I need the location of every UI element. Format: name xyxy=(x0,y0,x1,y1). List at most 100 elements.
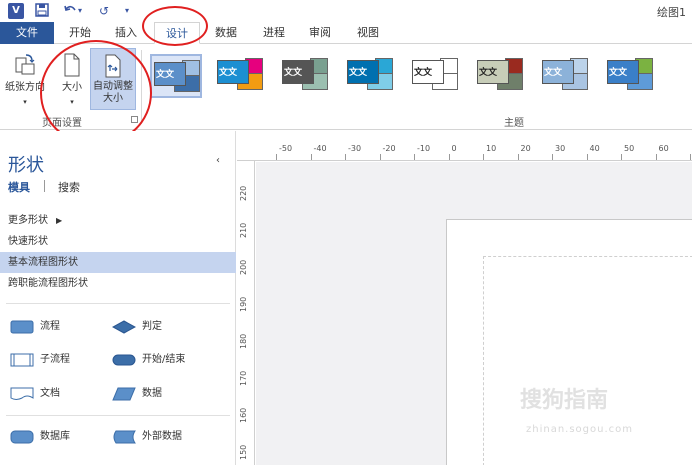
horizontal-ruler[interactable]: -50-40-30-20-10010203040506070 xyxy=(237,143,692,161)
tab-view[interactable]: 视图 xyxy=(350,22,386,44)
shape-data[interactable]: 数据 xyxy=(112,383,222,405)
ruler-tick-label: 40 xyxy=(589,144,600,153)
tab-data[interactable]: 数据 xyxy=(208,22,244,44)
shape-process[interactable]: 流程 xyxy=(10,316,110,338)
watermark-url: zhinan.sogou.com xyxy=(526,424,634,435)
ruler-tick-label: 20 xyxy=(520,144,531,153)
tab-file[interactable]: 文件 xyxy=(0,22,54,44)
autofit-size-button[interactable]: 自动调整 大小 xyxy=(90,48,136,110)
ruler-tick-label: 200 xyxy=(239,259,248,275)
size-button[interactable]: 大小 ▾ xyxy=(56,48,88,110)
theme-sample-text: 文文 xyxy=(479,68,498,78)
page-setup-group-label: 页面设置 xyxy=(42,118,82,129)
tab-home[interactable]: 开始 xyxy=(62,22,98,44)
more-shapes-menu[interactable]: 更多形状 ▶ xyxy=(0,210,236,231)
theme-swatch[interactable]: 文文 xyxy=(215,54,267,98)
save-icon[interactable] xyxy=(34,3,50,19)
collapse-pane-icon[interactable]: ‹ xyxy=(216,155,220,166)
theme-swatch[interactable]: 文文 xyxy=(150,54,202,98)
start-end-shape-icon xyxy=(112,354,136,366)
ruler-tick-label: 190 xyxy=(239,296,248,312)
ruler-tick-label: -40 xyxy=(313,144,327,153)
size-dropdown-icon: ▾ xyxy=(70,98,74,106)
subprocess-shape-icon xyxy=(10,353,34,367)
shapes-pane: 形状 ‹ 模具 搜索 更多形状 ▶ 快速形状 基本流程图形状 跨职能流程图形状 流… xyxy=(0,131,236,465)
more-shapes-label: 更多形状 xyxy=(8,215,48,226)
ruler-tick xyxy=(517,154,519,160)
shapes-pane-title: 形状 xyxy=(8,155,44,176)
watermark-text: 搜狗指南 xyxy=(520,388,609,413)
ruler-tick xyxy=(379,154,381,160)
shape-label: 文档 xyxy=(40,388,60,399)
tab-design[interactable]: 设计 xyxy=(154,22,200,44)
ruler-tick-label: 10 xyxy=(486,144,497,153)
ruler-tick-label: 30 xyxy=(555,144,566,153)
undo-dropdown-icon[interactable]: ▾ xyxy=(76,3,84,19)
autofit-label-line1: 自动调整 xyxy=(93,81,133,92)
theme-swatch[interactable]: 文文 xyxy=(410,54,462,98)
theme-sample-text: 文文 xyxy=(284,68,303,78)
ribbon-design: 纸张方向 ▾ 大小 ▾ 自动调整 大小 页面设置 文文 文文 文文 文文 文文 文文 文文 文… xyxy=(0,44,692,130)
shape-subprocess[interactable]: 子流程 xyxy=(10,349,110,371)
title-bar: V ▾ ↺ ▾ 绘图1 xyxy=(0,0,692,22)
ruler-tick xyxy=(621,154,622,160)
vertical-ruler[interactable]: 220 210 200 190 180 170 160 150 xyxy=(237,161,255,465)
ruler-tick-label: -20 xyxy=(382,144,396,153)
shape-document[interactable]: 文档 xyxy=(10,383,110,405)
page-setup-launcher-icon[interactable] xyxy=(131,116,138,123)
external-data-shape-icon xyxy=(113,430,136,444)
size-label: 大小 xyxy=(62,82,82,93)
ruler-tick-label: 220 xyxy=(239,185,248,201)
redo-icon[interactable]: ↺ xyxy=(96,3,112,19)
shape-external-data[interactable]: 外部数据 xyxy=(112,426,222,448)
theme-sample-text: 文文 xyxy=(349,68,368,78)
orientation-label: 纸张方向 xyxy=(5,82,45,93)
ruler-tick xyxy=(552,154,553,160)
theme-swatch[interactable]: 文文 xyxy=(540,54,592,98)
customize-toolbar-icon[interactable]: ▾ xyxy=(122,3,132,19)
window-title: 绘图1 xyxy=(657,6,686,19)
ruler-tick xyxy=(345,154,346,160)
tab-process[interactable]: 进程 xyxy=(256,22,292,44)
shape-database[interactable]: 数据库 xyxy=(10,426,110,448)
shape-decision[interactable]: 判定 xyxy=(112,316,222,338)
ruler-tick xyxy=(310,154,312,160)
ruler-tick-label: 170 xyxy=(239,370,248,386)
ruler-tick xyxy=(414,154,415,160)
ruler-tick-label: 60 xyxy=(658,144,669,153)
orientation-button[interactable]: 纸张方向 ▾ xyxy=(4,48,46,110)
shape-label: 流程 xyxy=(40,321,60,332)
tab-review[interactable]: 审阅 xyxy=(302,22,338,44)
ruler-tick xyxy=(448,154,450,160)
tab-stencils[interactable]: 模具 xyxy=(8,179,30,195)
ruler-tick-label: -50 xyxy=(279,144,293,153)
chevron-right-icon: ▶ xyxy=(56,216,63,225)
theme-swatch[interactable]: 文文 xyxy=(345,54,397,98)
ruler-tick xyxy=(586,154,588,160)
ruler-tick xyxy=(483,154,484,160)
tab-search[interactable]: 搜索 xyxy=(58,179,80,195)
stencil-basic-flowchart[interactable]: 基本流程图形状 xyxy=(0,252,236,273)
group-separator xyxy=(141,50,142,124)
theme-sample-text: 文文 xyxy=(414,68,433,78)
stencil-cross-functional[interactable]: 跨职能流程图形状 xyxy=(0,273,236,294)
pane-divider xyxy=(6,415,230,416)
shape-label: 外部数据 xyxy=(142,431,182,442)
process-shape-icon xyxy=(10,320,34,334)
size-icon xyxy=(64,53,80,77)
theme-swatch[interactable]: 文文 xyxy=(605,54,657,98)
shape-start-end[interactable]: 开始/结束 xyxy=(112,349,222,371)
theme-sample-text: 文文 xyxy=(544,68,563,78)
themes-group-label: 主题 xyxy=(504,118,524,129)
ruler-tick-label: 0 xyxy=(451,144,457,153)
theme-swatch[interactable]: 文文 xyxy=(280,54,332,98)
autofit-size-label: 自动调整 大小 xyxy=(91,81,135,105)
pane-tab-separator xyxy=(44,180,45,192)
theme-swatch[interactable]: 文文 xyxy=(475,54,527,98)
tab-insert[interactable]: 插入 xyxy=(108,22,144,44)
ruler-tick-label: 160 xyxy=(239,407,248,423)
shape-label: 数据 xyxy=(142,388,162,399)
stencil-quick-shapes[interactable]: 快速形状 xyxy=(0,231,236,252)
ruler-tick-label: 50 xyxy=(624,144,635,153)
ruler-tick-label: -30 xyxy=(348,144,362,153)
